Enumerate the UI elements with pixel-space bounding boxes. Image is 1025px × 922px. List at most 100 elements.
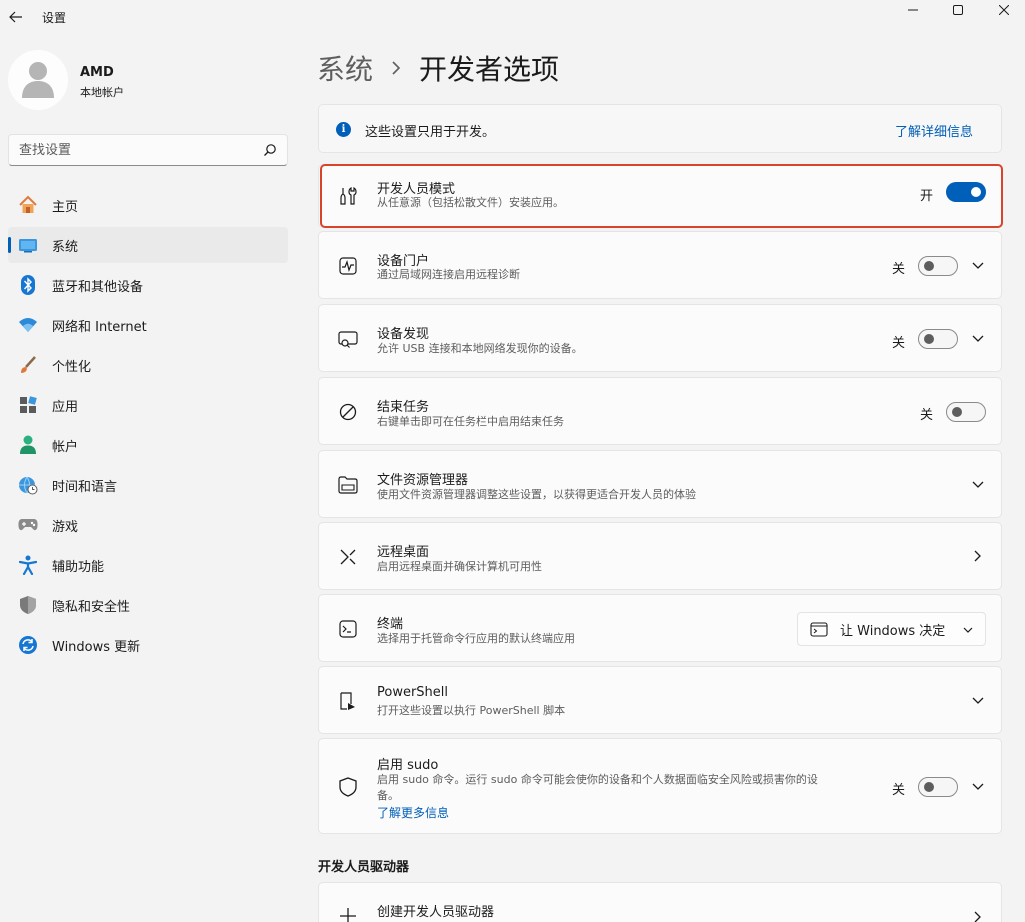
sidebar-item-accounts[interactable]: 帐户: [8, 427, 288, 463]
chevron-down-icon[interactable]: [970, 693, 986, 709]
end-task-toggle[interactable]: [946, 402, 986, 422]
setting-subtitle-line2: 备。: [377, 789, 399, 802]
terminal-select[interactable]: 让 Windows 决定: [797, 612, 986, 646]
chevron-down-icon[interactable]: [970, 477, 986, 493]
chevron-down-icon: [963, 623, 973, 638]
chevron-right-icon[interactable]: [970, 909, 986, 922]
sidebar-item-bluetooth[interactable]: 蓝牙和其他设备: [8, 267, 288, 303]
page-title: 开发者选项: [419, 53, 560, 86]
device-portal-toggle[interactable]: [918, 256, 958, 276]
info-icon: i: [336, 122, 351, 137]
update-icon: [18, 635, 38, 655]
setting-title: 文件资源管理器: [377, 473, 469, 488]
back-button[interactable]: [6, 6, 26, 28]
setting-title: 创建开发人员驱动器: [377, 905, 495, 920]
apps-icon: [18, 395, 38, 415]
console-icon: [810, 621, 830, 637]
setting-file-explorer[interactable]: 文件资源管理器 使用文件资源管理器调整这些设置，以获得更适合开发人员的体验: [318, 450, 1002, 518]
chevron-down-icon[interactable]: [970, 331, 986, 347]
chevron-right-icon[interactable]: [970, 548, 986, 564]
setting-subtitle: 从任意源（包括松散文件）安装应用。: [377, 196, 564, 209]
setting-subtitle: 启用远程桌面并确保计算机可用性: [377, 560, 542, 573]
tools-icon: [337, 185, 359, 207]
user-profile[interactable]: AMD 本地帐户: [8, 50, 298, 110]
close-button[interactable]: [981, 0, 1025, 20]
search-box[interactable]: [8, 134, 288, 166]
setting-developer-mode: 开发人员模式 从任意源（包括松散文件）安装应用。 开: [318, 164, 1002, 228]
system-icon: [18, 235, 38, 255]
sidebar-item-label: 蓝牙和其他设备: [52, 279, 144, 295]
sidebar-item-label: 游戏: [52, 519, 79, 535]
chevron-right-icon: [391, 61, 401, 75]
sidebar-nav: 主页 系统 蓝牙和其他设备 网络和 Internet 个性化 应用 帐户 时间和…: [8, 187, 288, 667]
sidebar-item-windows-update[interactable]: Windows 更新: [8, 627, 288, 663]
powershell-icon: [337, 690, 359, 712]
sidebar-item-accessibility[interactable]: 辅助功能: [8, 547, 288, 583]
chevron-down-icon[interactable]: [970, 779, 986, 795]
setting-subtitle: 允许 USB 连接和本地网络发现你的设备。: [377, 342, 583, 355]
sidebar-item-label: 网络和 Internet: [52, 319, 147, 335]
chevron-down-icon[interactable]: [970, 258, 986, 274]
setting-remote-desktop[interactable]: 远程桌面 启用远程桌面并确保计算机可用性: [318, 522, 1002, 590]
toggle-state-label: 关: [892, 262, 906, 277]
sudo-learn-more-link[interactable]: 了解更多信息: [377, 804, 449, 821]
setting-title: 设备发现: [377, 327, 430, 342]
breadcrumb: 系统 开发者选项: [317, 48, 559, 88]
brush-icon: [18, 355, 38, 375]
sidebar-item-label: 系统: [52, 239, 79, 255]
sidebar-item-system[interactable]: 系统: [8, 227, 288, 263]
maximize-button[interactable]: [935, 0, 981, 20]
setting-device-portal: 设备门户 通过局域网连接启用远程诊断 关: [318, 231, 1002, 299]
bluetooth-icon: [18, 275, 38, 295]
home-icon: [18, 195, 38, 215]
section-header-dev-drive: 开发人员驱动器: [318, 860, 410, 875]
toggle-state-label: 关: [892, 336, 906, 351]
account-type: 本地帐户: [80, 86, 124, 99]
search-input[interactable]: [19, 142, 259, 158]
sidebar-item-network[interactable]: 网络和 Internet: [8, 307, 288, 343]
prohibited-icon: [337, 401, 359, 423]
sidebar-item-label: 主页: [52, 199, 79, 215]
setting-subtitle: 通过局域网连接启用远程诊断: [377, 268, 520, 281]
breadcrumb-parent[interactable]: 系统: [317, 48, 373, 88]
accessibility-icon: [18, 555, 38, 575]
developer-mode-toggle[interactable]: [946, 182, 986, 202]
sidebar-item-personalization[interactable]: 个性化: [8, 347, 288, 383]
sidebar-item-label: 隐私和安全性: [52, 599, 131, 615]
remote-desktop-icon: [337, 546, 359, 568]
toggle-state-label: 关: [920, 408, 934, 423]
setting-subtitle: 选择用于托管命令行应用的默认终端应用: [377, 632, 575, 645]
user-name: AMD: [80, 65, 114, 80]
shield-icon: [18, 595, 38, 615]
device-discovery-toggle[interactable]: [918, 329, 958, 349]
setting-create-dev-drive[interactable]: 创建开发人员驱动器: [318, 882, 1002, 922]
setting-title: PowerShell: [377, 685, 449, 700]
toggle-state-label: 关: [892, 783, 906, 798]
setting-subtitle-line1: 启用 sudo 命令。运行 sudo 命令可能会使你的设备和个人数据面临安全风险…: [377, 773, 818, 786]
sidebar-item-label: 应用: [52, 399, 79, 415]
sidebar-item-label: 个性化: [52, 359, 92, 375]
terminal-select-value: 让 Windows 决定: [840, 623, 946, 639]
title-bar: 设置: [0, 0, 1025, 34]
setting-title: 终端: [377, 617, 404, 632]
sidebar-item-home[interactable]: 主页: [8, 187, 288, 223]
setting-subtitle: 打开这些设置以执行 PowerShell 脚本: [377, 704, 566, 717]
sidebar-item-gaming[interactable]: 游戏: [8, 507, 288, 543]
app-title: 设置: [42, 11, 67, 25]
avatar: [8, 50, 68, 110]
sidebar-item-time-language[interactable]: 时间和语言: [8, 467, 288, 503]
setting-powershell[interactable]: PowerShell 打开这些设置以执行 PowerShell 脚本: [318, 666, 1002, 734]
minimize-button[interactable]: [890, 0, 936, 20]
search-icon: [264, 144, 276, 156]
sidebar-item-apps[interactable]: 应用: [8, 387, 288, 423]
maximize-icon: [953, 5, 963, 15]
wifi-icon: [18, 315, 38, 335]
shield-outline-icon: [337, 776, 359, 798]
sudo-toggle[interactable]: [918, 777, 958, 797]
sidebar-item-privacy[interactable]: 隐私和安全性: [8, 587, 288, 623]
setting-subtitle: 右键单击即可在任务栏中启用结束任务: [377, 415, 564, 428]
minimize-icon: [908, 9, 918, 11]
learn-more-link[interactable]: 了解详细信息: [895, 121, 973, 140]
account-icon: [18, 435, 38, 455]
setting-end-task: 结束任务 右键单击即可在任务栏中启用结束任务 关: [318, 377, 1002, 445]
